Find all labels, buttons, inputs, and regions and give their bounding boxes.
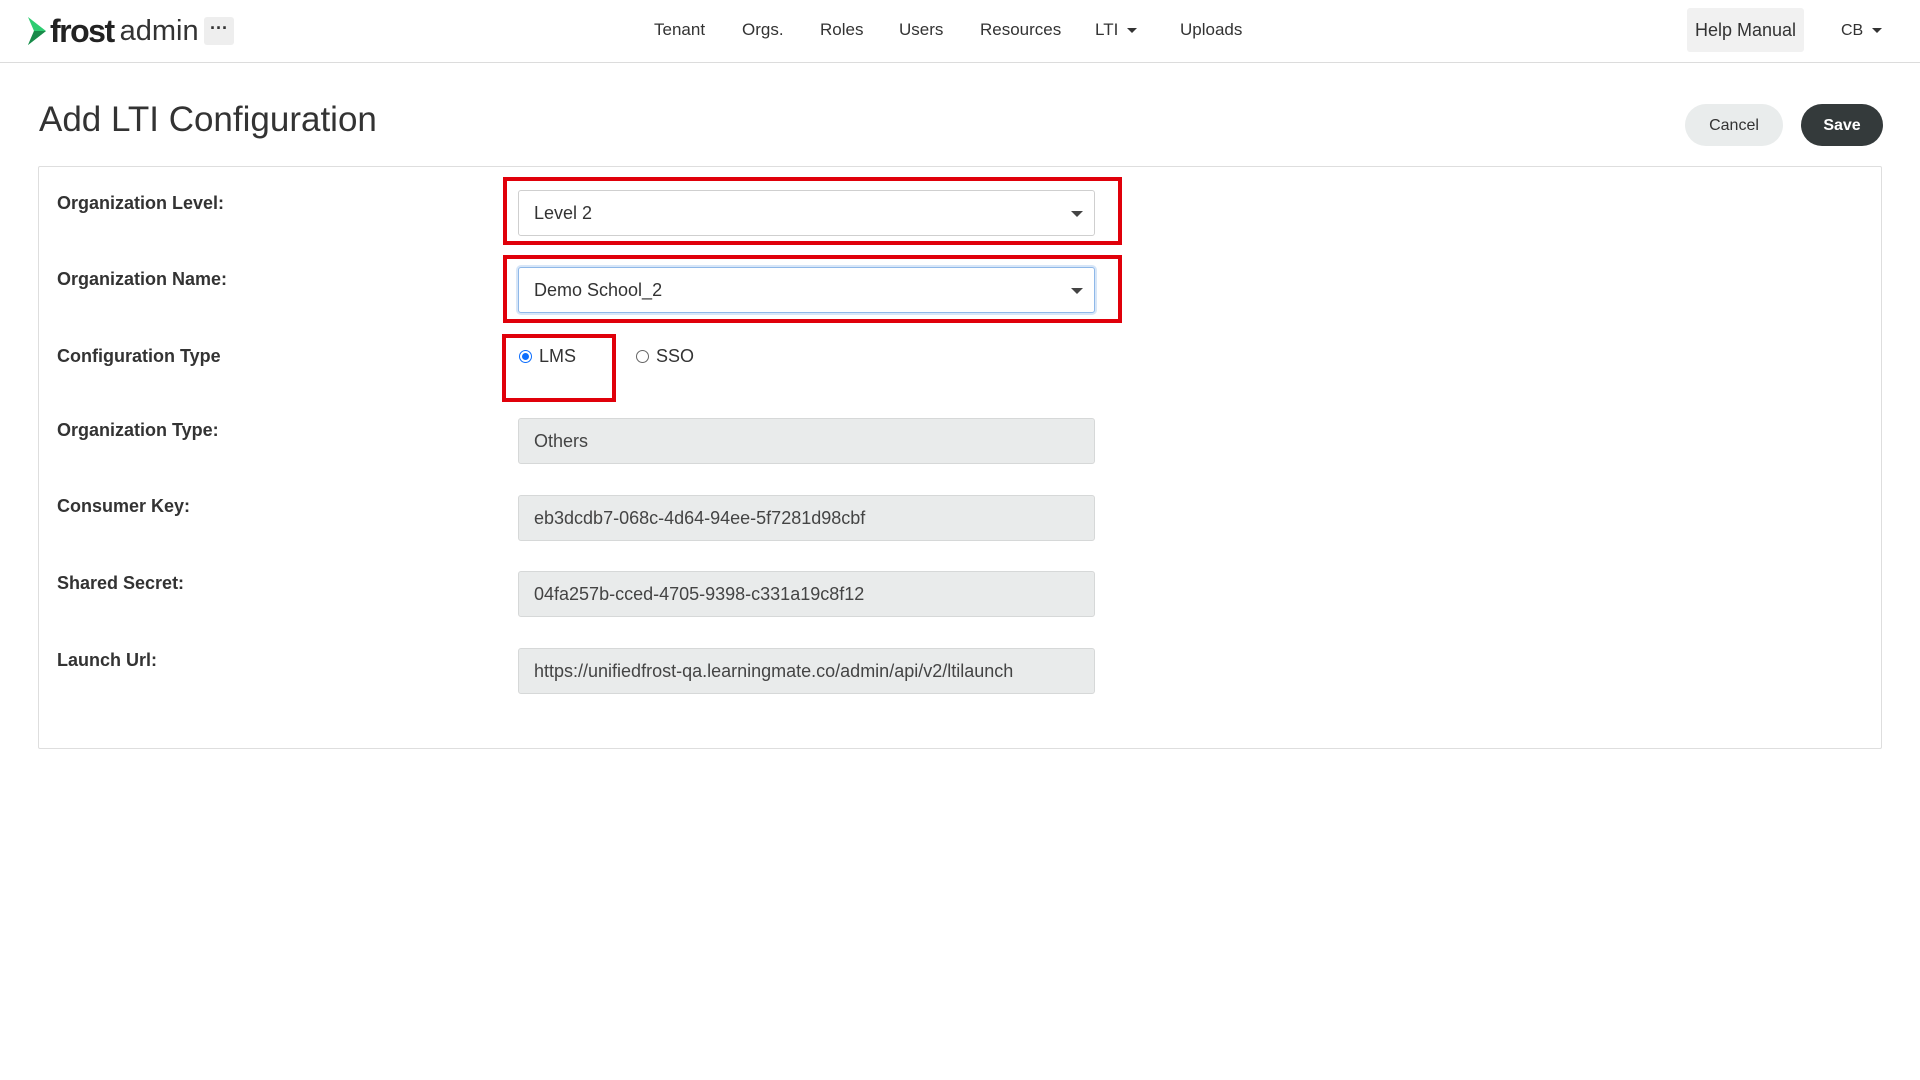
nav-users[interactable]: Users [899, 20, 943, 40]
user-menu[interactable]: CB [1841, 22, 1883, 40]
org-type-field: Others [518, 418, 1095, 464]
org-type-label: Organization Type: [57, 420, 219, 440]
top-navbar: frost admin ··· Tenant Orgs. Roles Users… [0, 0, 1920, 63]
highlight-lms-radio [502, 334, 616, 402]
help-manual-button[interactable]: Help Manual [1687, 8, 1804, 52]
org-level-label: Organization Level: [57, 193, 225, 213]
org-name-label: Organization Name: [57, 269, 228, 289]
chevron-down-icon [1127, 28, 1138, 34]
brand-frost: frost [50, 13, 115, 49]
highlight-org-name [503, 255, 1122, 323]
brand-admin: admin [119, 15, 199, 47]
frost-admin-logo[interactable]: frost admin [26, 14, 199, 48]
shared-secret-field[interactable]: 04fa257b-cced-4705-9398-c331a19c8f12 [518, 571, 1095, 617]
nav-roles[interactable]: Roles [820, 20, 863, 40]
config-type-label: Configuration Type [57, 346, 221, 366]
user-initials: CB [1841, 22, 1864, 39]
shared-secret-label: Shared Secret: [57, 573, 185, 593]
consumer-key-label: Consumer Key: [57, 496, 191, 516]
nav-uploads[interactable]: Uploads [1180, 20, 1242, 40]
frost-logo-icon [28, 17, 46, 45]
more-menu-button[interactable]: ··· [204, 17, 234, 45]
page-title: Add LTI Configuration [39, 100, 377, 139]
nav-orgs[interactable]: Orgs. [742, 20, 784, 40]
nav-resources[interactable]: Resources [980, 20, 1061, 40]
radio-sso-label: SSO [656, 346, 695, 366]
nav-lti[interactable]: LTI [1095, 20, 1138, 40]
save-button[interactable]: Save [1801, 104, 1883, 146]
nav-lti-label: LTI [1095, 20, 1119, 39]
ellipsis-icon: ··· [210, 18, 228, 38]
launch-url-label: Launch Url: [57, 650, 158, 670]
highlight-org-level [503, 177, 1122, 245]
radio-sso[interactable]: SSO [636, 346, 694, 367]
launch-url-field[interactable]: https://unifiedfrost-qa.learningmate.co/… [518, 648, 1095, 694]
radio-unchecked-icon [636, 350, 649, 363]
cancel-button[interactable]: Cancel [1685, 104, 1783, 146]
chevron-down-icon [1872, 28, 1883, 34]
consumer-key-field[interactable]: eb3dcdb7-068c-4d64-94ee-5f7281d98cbf [518, 495, 1095, 541]
nav-tenant[interactable]: Tenant [654, 20, 705, 40]
